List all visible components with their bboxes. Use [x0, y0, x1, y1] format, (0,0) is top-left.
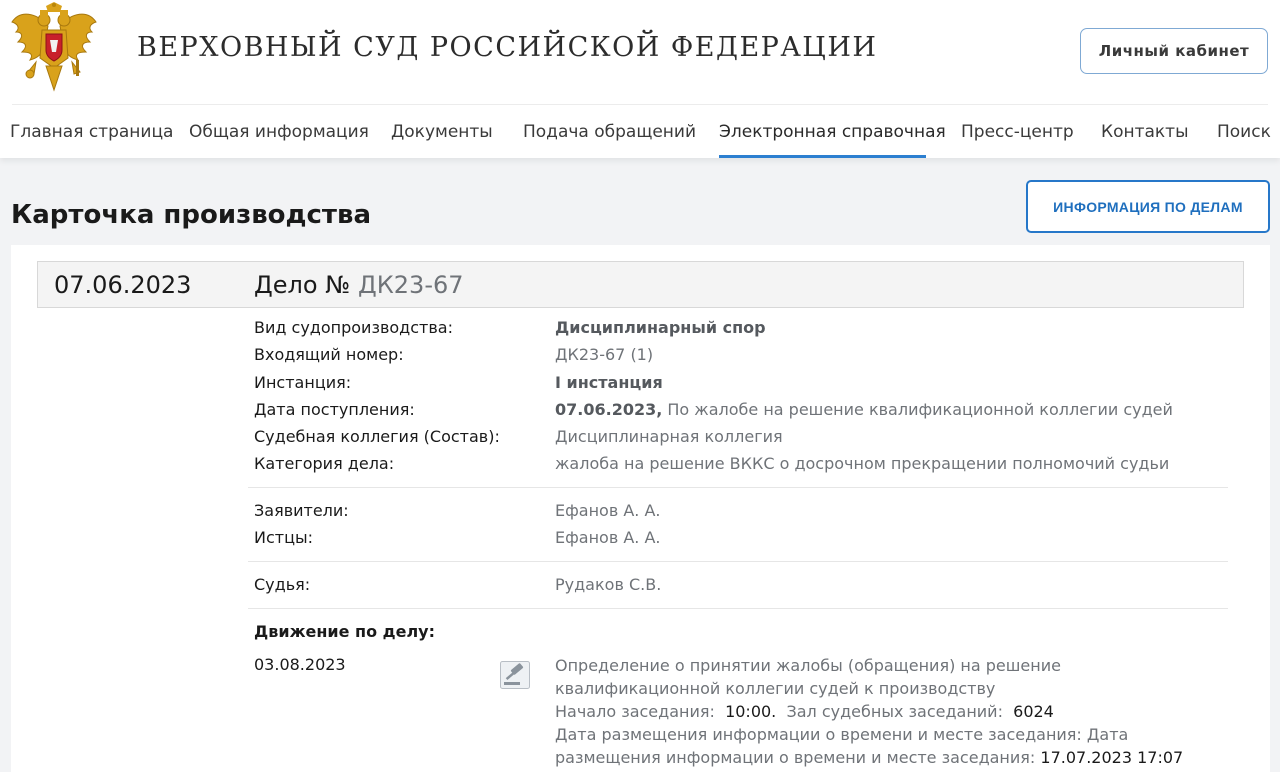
section-divider — [248, 561, 1228, 562]
proceeding-type-label: Вид судопроизводства: — [254, 318, 453, 337]
proceeding-type-value: Дисциплинарный спор — [555, 318, 766, 337]
incoming-number-label: Входящий номер: — [254, 345, 404, 364]
case-info-button[interactable]: ИНФОРМАЦИЯ ПО ДЕЛАМ — [1026, 180, 1270, 233]
judge-value: Рудаков С.В. — [555, 575, 662, 594]
courtroom-number: 6024 — [1013, 702, 1054, 721]
case-movement-title: Движение по делу: — [254, 622, 435, 641]
collegium-value: Дисциплинарная коллегия — [555, 427, 783, 446]
posted-datetime: 17.07.2023 17:07 — [1040, 748, 1184, 767]
movement-date: 03.08.2023 — [254, 655, 346, 674]
plaintiffs-label: Истцы: — [254, 528, 313, 547]
case-number: ДК23-67 — [358, 271, 464, 299]
instance-value: I инстанция — [555, 373, 663, 392]
nav-item-e-reference[interactable]: Электронная справочная — [719, 122, 946, 142]
gavel-icon — [500, 661, 530, 689]
plaintiffs-value: Ефанов А. А. — [555, 528, 661, 547]
receipt-note: По жалобе на решение квалификационной ко… — [667, 400, 1173, 419]
movement-description: Определение о принятии жалобы (обращения… — [555, 656, 1061, 698]
collegium-label: Судебная коллегия (Состав): — [254, 427, 500, 446]
nav-item-documents[interactable]: Документы — [391, 122, 493, 142]
personal-account-button[interactable]: Личный кабинет — [1080, 28, 1268, 74]
case-header: 07.06.2023 Дело № ДК23-67 — [37, 261, 1244, 308]
receipt-date-label: Дата поступления: — [254, 400, 415, 419]
movement-entry: Определение о принятии жалобы (обращения… — [555, 654, 1195, 769]
nav-item-contacts[interactable]: Контакты — [1101, 122, 1189, 142]
site-header: ВЕРХОВНЫЙ СУД РОССИЙСКОЙ ФЕДЕРАЦИИ Личны… — [0, 0, 1280, 158]
site-title[interactable]: ВЕРХОВНЫЙ СУД РОССИЙСКОЙ ФЕДЕРАЦИИ — [137, 32, 877, 63]
applicants-label: Заявители: — [254, 501, 349, 520]
category-value: жалоба на решение ВККС о досрочном прекр… — [555, 454, 1170, 473]
coat-of-arms-icon[interactable] — [8, 2, 100, 96]
case-number-label: Дело № — [254, 271, 351, 299]
main-nav: Главная страница Общая информация Докуме… — [0, 105, 1280, 158]
receipt-date-value: 07.06.2023, По жалобе на решение квалифи… — [555, 400, 1173, 419]
session-start-time: 10:00. — [725, 702, 777, 721]
nav-item-general-info[interactable]: Общая информация — [189, 122, 369, 142]
nav-item-appeals[interactable]: Подача обращений — [523, 122, 696, 142]
category-label: Категория дела: — [254, 454, 395, 473]
case-date: 07.06.2023 — [54, 271, 192, 299]
case-card: 07.06.2023 Дело № ДК23-67 Вид судопроизв… — [11, 245, 1270, 772]
judge-label: Судья: — [254, 575, 311, 594]
active-tab-indicator — [719, 155, 926, 158]
incoming-number-value: ДК23-67 (1) — [555, 345, 654, 364]
nav-item-press-center[interactable]: Пресс-центр — [961, 122, 1074, 142]
section-divider — [248, 487, 1228, 488]
session-info: Начало заседания: 10:00. Зал судебных за… — [555, 702, 1054, 721]
posted-info: Дата размещения информации о времени и м… — [555, 725, 1184, 767]
instance-label: Инстанция: — [254, 373, 352, 392]
applicants-value: Ефанов А. А. — [555, 501, 661, 520]
section-divider — [248, 608, 1228, 609]
nav-item-search[interactable]: Поиск — [1217, 122, 1271, 142]
page-title: Карточка производства — [11, 200, 371, 230]
nav-item-home[interactable]: Главная страница — [10, 122, 173, 142]
